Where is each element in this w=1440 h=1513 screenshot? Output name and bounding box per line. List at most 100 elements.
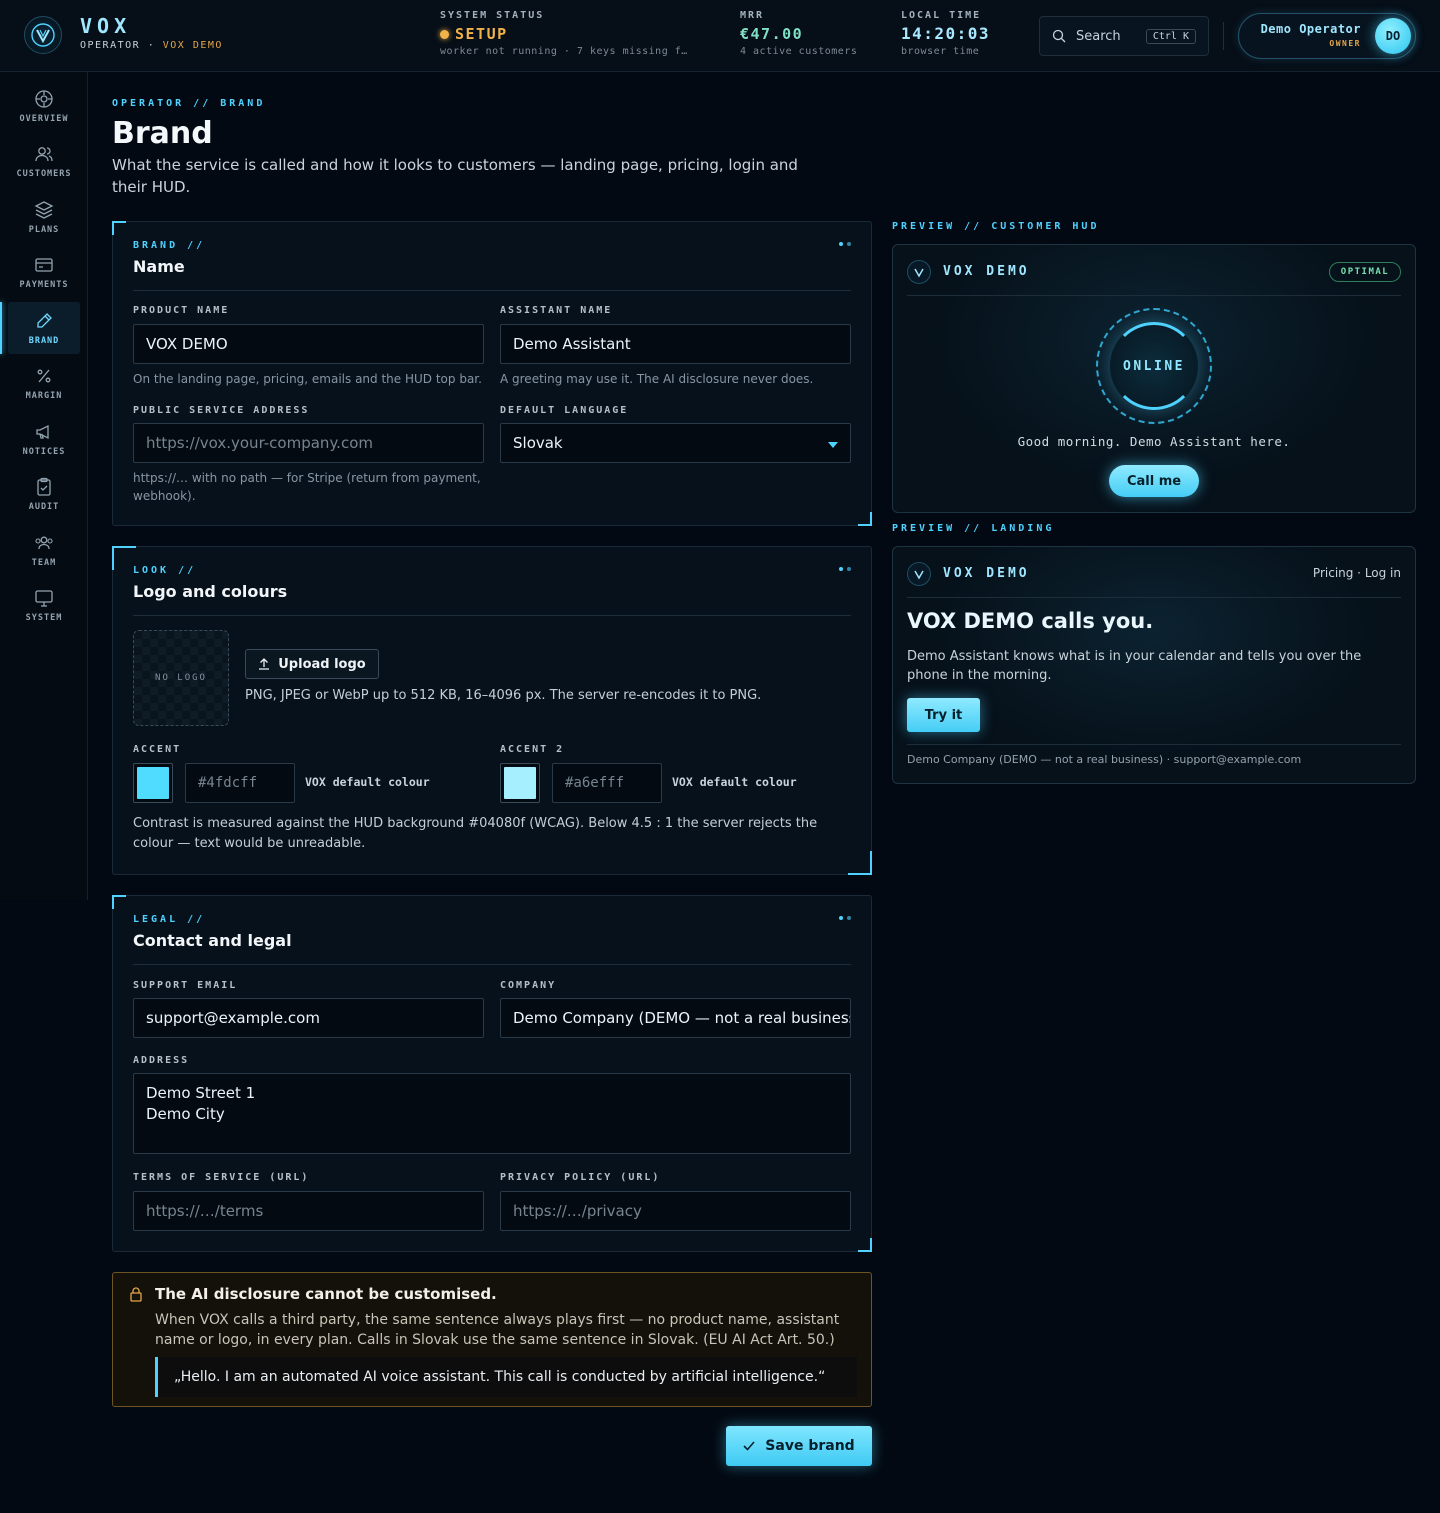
card-title: Name [133,257,185,276]
corner-accent [848,851,872,875]
sidebar-item-payments[interactable]: PAYMENTS [8,246,80,298]
legal-card: LEGAL // Contact and legal SUPPORT EMAIL… [112,895,872,1252]
card-title: Contact and legal [133,931,292,950]
accent-swatch[interactable] [133,763,173,803]
public-address-input[interactable]: https://vox.your-company.com [133,423,484,463]
accent2-default-label: VOX default colour [672,775,797,789]
vox-logo-icon [907,260,931,284]
user-menu[interactable]: Demo Operator OWNER DO [1238,13,1416,59]
card-eyebrow: BRAND // [133,240,206,251]
accent2-color-preview [504,767,536,799]
preview-landing-card: VOX DEMO Pricing · Log in VOX DEMO calls… [892,546,1416,784]
sidebar-item-label: TEAM [31,557,57,568]
status-value: SETUP [455,25,508,43]
card-menu-icon[interactable] [839,916,851,920]
avatar: DO [1375,18,1411,54]
language-value: Slovak [513,434,563,452]
sidebar-item-system[interactable]: SYSTEM [8,579,80,631]
top-bar: VOX OPERATOR · VOX DEMO SYSTEM STATUS SE… [0,0,1440,72]
card-menu-icon[interactable] [839,242,851,246]
disclosure-body: When VOX calls a third party, the same s… [155,1312,840,1348]
sidebar-item-label: MARGIN [25,390,63,401]
card-eyebrow: LOOK // [133,565,197,576]
company-label: COMPANY [500,980,557,991]
time-label: LOCAL TIME [901,10,982,21]
accent-input[interactable]: #4fdcff [185,763,295,803]
sidebar: OVERVIEW CUSTOMERS PLANS PAYMENTS BRAND … [0,72,88,900]
sidebar-item-brand[interactable]: BRAND [0,302,80,354]
app-name: VOX [80,14,132,38]
monitor-icon [35,589,53,607]
accent2-input[interactable]: #a6efff [552,763,662,803]
product-name-input[interactable]: VOX DEMO [133,324,484,364]
page-description: What the service is called and how it lo… [112,156,798,196]
time-value: 14:20:03 [901,24,991,43]
hud-product-name: VOX DEMO [943,264,1030,279]
team-icon [35,536,53,549]
corner-accent [112,221,126,235]
local-time: LOCAL TIME 14:20:03 browser time [901,10,990,57]
search-button[interactable]: Search Ctrl K [1039,16,1209,56]
vox-logo-icon [907,562,931,586]
name-card: BRAND // Name PRODUCT NAME VOX DEMO On t… [112,221,872,526]
public-address-label: PUBLIC SERVICE ADDRESS [133,405,310,416]
landing-footer: Demo Company (DEMO — not a real business… [907,753,1302,766]
card-eyebrow: LEGAL // [133,914,206,925]
status-dot-icon [440,30,449,39]
divider [907,744,1401,745]
sidebar-item-label: CUSTOMERS [16,168,72,179]
card-menu-icon[interactable] [839,567,851,571]
try-it-button[interactable]: Try it [907,698,980,732]
support-email-input[interactable]: support@example.com [133,998,484,1038]
assistant-name-hint: A greeting may use it. The AI disclosure… [500,372,814,386]
sidebar-item-plans[interactable]: PLANS [8,191,80,243]
look-card: LOOK // Logo and colours NO LOGO Upload … [112,546,872,875]
accent2-label: ACCENT 2 [500,744,565,755]
public-address-hint: https://… with no path — for Stripe (ret… [133,471,481,503]
accent2-swatch[interactable] [500,763,540,803]
megaphone-icon [36,424,49,439]
upload-logo-button[interactable]: Upload logo [245,649,379,679]
privacy-label: PRIVACY POLICY (URL) [500,1172,661,1183]
pen-icon [37,312,52,328]
user-name: Demo Operator [1260,22,1361,36]
vox-logo[interactable] [24,16,62,54]
disclosure-title: The AI disclosure cannot be customised. [155,1285,497,1303]
logo-placeholder: NO LOGO [133,630,229,726]
layers-icon [34,200,54,219]
sidebar-item-team[interactable]: TEAM [8,524,80,576]
status-badge: OPTIMAL [1329,262,1401,282]
terms-input[interactable]: https://…/terms [133,1191,484,1231]
address-textarea[interactable]: Demo Street 1 Demo City [133,1073,851,1154]
landing-nav[interactable]: Pricing · Log in [1313,566,1401,580]
sidebar-item-notices[interactable]: NOTICES [8,413,80,465]
crosshair-icon [35,89,53,108]
percent-icon [37,369,51,382]
call-me-button[interactable]: Call me [1109,465,1199,497]
search-shortcut: Ctrl K [1145,28,1196,44]
sidebar-item-margin[interactable]: MARGIN [8,357,80,409]
system-status[interactable]: SYSTEM STATUS SETUP worker not running ·… [440,10,710,57]
accent-default-label: VOX default colour [305,775,430,789]
company-input[interactable]: Demo Company (DEMO — not a real business… [500,998,851,1038]
sidebar-item-audit[interactable]: AUDIT [8,468,80,520]
save-brand-button[interactable]: Save brand [726,1426,872,1466]
privacy-input[interactable]: https://…/privacy [500,1191,851,1231]
contrast-note: Contrast is measured against the HUD bac… [133,816,818,851]
ring-status-text: ONLINE [1123,358,1185,374]
assistant-name-input[interactable]: Demo Assistant [500,324,851,364]
mrr-sub: 4 active customers [740,46,858,57]
hud-greeting: Good morning. Demo Assistant here. [1017,434,1291,449]
divider [133,290,851,291]
language-select[interactable]: Slovak [500,423,851,463]
sidebar-item-customers[interactable]: CUSTOMERS [8,135,80,187]
product-name-hint: On the landing page, pricing, emails and… [133,372,482,386]
terms-label: TERMS OF SERVICE (URL) [133,1172,310,1183]
sidebar-item-label: OVERVIEW [19,113,69,124]
online-ring: ONLINE [1096,308,1212,424]
status-label: SYSTEM STATUS [440,10,545,21]
sidebar-item-overview[interactable]: OVERVIEW [8,80,80,132]
clipboard-icon [37,477,51,496]
landing-headline: VOX DEMO calls you. [907,609,1154,633]
users-icon [35,146,53,161]
